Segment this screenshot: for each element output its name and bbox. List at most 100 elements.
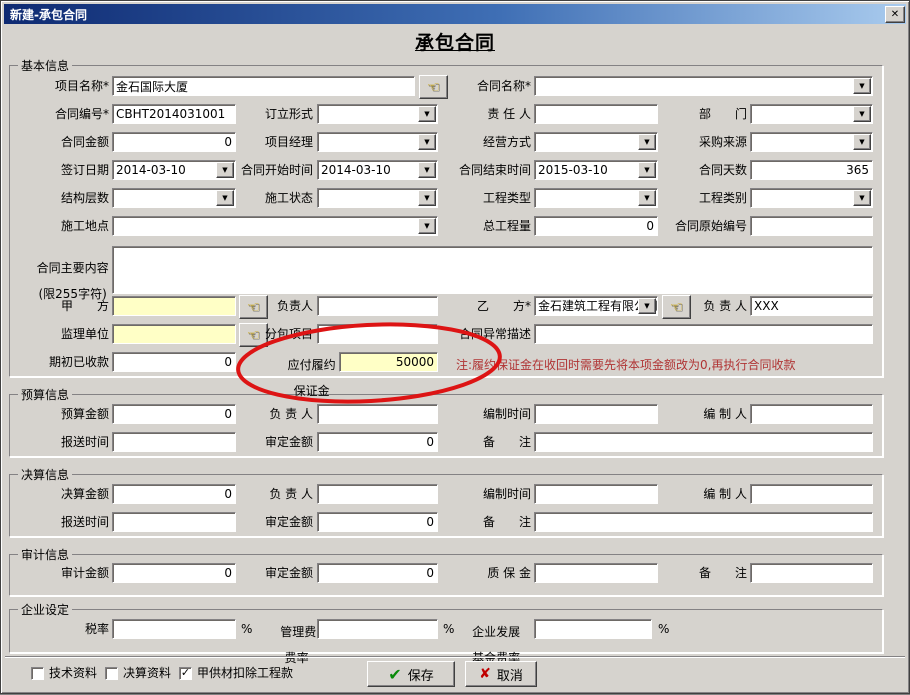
party-a-head-input[interactable] [317,296,438,316]
party-b-combo[interactable]: 金石建筑工程有限公司 ▼ [534,296,658,316]
hand-picker-icon: ☜ [670,298,683,316]
settlement-remark-label: 备 注 [446,512,531,532]
project-name-input[interactable] [112,76,415,96]
budget-submit-time-input[interactable] [112,432,236,452]
responsible-input[interactable] [534,104,658,124]
dropdown-arrow-icon[interactable]: ▼ [418,106,436,122]
structure-floors-combo[interactable]: ▼ [112,188,236,208]
dropdown-arrow-icon[interactable]: ▼ [638,134,656,150]
start-date-label: 合同开始时间 [233,160,313,180]
dropdown-arrow-icon[interactable]: ▼ [418,190,436,206]
settlement-compiler-input[interactable] [750,484,873,504]
dropdown-arrow-icon[interactable]: ▼ [418,134,436,150]
dropdown-arrow-icon[interactable]: ▼ [853,106,871,122]
total-quantity-input[interactable] [534,216,658,236]
budget-amount-input[interactable] [112,404,236,424]
dev-fund-label-line1: 企业发展 [472,625,520,639]
contract-amount-input[interactable] [112,132,236,152]
audit-remark-input[interactable] [750,563,873,583]
party-b-head-input[interactable] [750,296,873,316]
subproject-input[interactable] [317,324,438,344]
budget-remark-input[interactable] [534,432,873,452]
group-settlement-legend: 决算信息 [18,466,72,483]
dropdown-arrow-icon[interactable]: ▼ [418,218,436,234]
audit-approved-input[interactable] [317,563,438,583]
settlement-approved-label: 审定金额 [241,512,313,532]
original-no-input[interactable] [750,216,873,236]
hand-picker-icon: ☜ [247,326,260,344]
tax-rate-input[interactable] [112,619,236,639]
business-mode-combo[interactable]: ▼ [534,132,658,152]
party-b-head-label: 负 责 人 [691,296,747,316]
construction-status-combo[interactable]: ▼ [317,188,438,208]
dropdown-arrow-icon[interactable]: ▼ [418,162,436,178]
abnormal-desc-input[interactable] [534,324,873,344]
checkbox-settlement-data[interactable] [105,667,118,680]
supervisor-picker-button[interactable]: ☜ [239,323,268,347]
form-type-combo[interactable]: ▼ [317,104,438,124]
settlement-compile-time-input[interactable] [534,484,658,504]
dropdown-arrow-icon[interactable]: ▼ [216,190,234,206]
purchase-source-combo[interactable]: ▼ [750,132,873,152]
budget-compile-time-input[interactable] [534,404,658,424]
contract-no-input[interactable] [112,104,236,124]
department-combo[interactable]: ▼ [750,104,873,124]
contract-days-input[interactable] [750,160,873,180]
end-date-combo[interactable]: 2015-03-10 ▼ [534,160,658,180]
close-button[interactable]: ✕ [885,6,905,23]
budget-approved-input[interactable] [317,432,438,452]
form-type-label: 订立形式 [241,104,313,124]
group-budget-legend: 预算信息 [18,386,72,403]
main-content-textarea[interactable] [112,246,873,294]
initial-received-input[interactable] [112,352,236,372]
settlement-approved-input[interactable] [317,512,438,532]
checkbox-tech-data[interactable] [31,667,44,680]
dropdown-arrow-icon[interactable]: ▼ [638,162,656,178]
performance-bond-input[interactable] [339,352,438,372]
project-category-combo[interactable]: ▼ [750,188,873,208]
party-a-head-label: 负责人 [269,296,313,316]
project-name-picker-button[interactable]: ☜ [419,75,448,99]
audit-amount-input[interactable] [112,563,236,583]
save-button[interactable]: ✔ 保存 [367,661,455,687]
dropdown-arrow-icon[interactable]: ▼ [216,162,234,178]
construction-site-combo[interactable]: ▼ [112,216,438,236]
project-type-combo[interactable]: ▼ [534,188,658,208]
party-a-picker-button[interactable]: ☜ [239,295,268,319]
contract-name-combo[interactable]: ▼ [534,76,873,96]
mgmt-fee-rate-input[interactable] [317,619,438,639]
dialog-new-contract: 新建-承包合同 ✕ 承包合同 基本信息 预算信息 决算信息 审计信息 企业设定 … [0,0,910,694]
settlement-amount-input[interactable] [112,484,236,504]
dropdown-arrow-icon[interactable]: ▼ [853,78,871,94]
settlement-submit-time-input[interactable] [112,512,236,532]
supervisor-input[interactable] [112,324,236,344]
party-b-picker-button[interactable]: ☜ [662,295,691,319]
dropdown-arrow-icon[interactable]: ▼ [853,190,871,206]
audit-remark-label: 备 注 [661,563,747,583]
settlement-remark-input[interactable] [534,512,873,532]
dropdown-arrow-icon[interactable]: ▼ [638,190,656,206]
tax-rate-label: 税率 [19,619,109,639]
dropdown-arrow-icon[interactable]: ▼ [638,298,656,314]
cancel-button[interactable]: ✘ 取消 [465,661,537,687]
dev-fund-rate-input[interactable] [534,619,652,639]
purchase-source-label: 采购来源 [661,132,747,152]
subproject-label: 分包项目 [265,324,313,344]
budget-approved-label: 审定金额 [241,432,313,452]
checkbox-material-deduction[interactable]: ✓ [179,667,192,680]
warranty-deposit-input[interactable] [534,563,658,583]
supervisor-label: 监理单位 [19,324,109,344]
sign-date-combo[interactable]: 2014-03-10 ▼ [112,160,236,180]
project-manager-combo[interactable]: ▼ [317,132,438,152]
budget-head-input[interactable] [317,404,438,424]
settlement-head-input[interactable] [317,484,438,504]
project-manager-label: 项目经理 [241,132,313,152]
start-date-combo[interactable]: 2014-03-10 ▼ [317,160,438,180]
group-basic-legend: 基本信息 [18,57,72,74]
budget-compiler-input[interactable] [750,404,873,424]
budget-head-label: 负 责 人 [241,404,313,424]
performance-bond-note: 注:履约保证金在收回时需要先将本项金额改为0,再执行合同收款 [456,356,796,373]
party-a-input[interactable] [112,296,236,316]
dropdown-arrow-icon[interactable]: ▼ [853,134,871,150]
cancel-button-label: 取消 [497,665,523,684]
